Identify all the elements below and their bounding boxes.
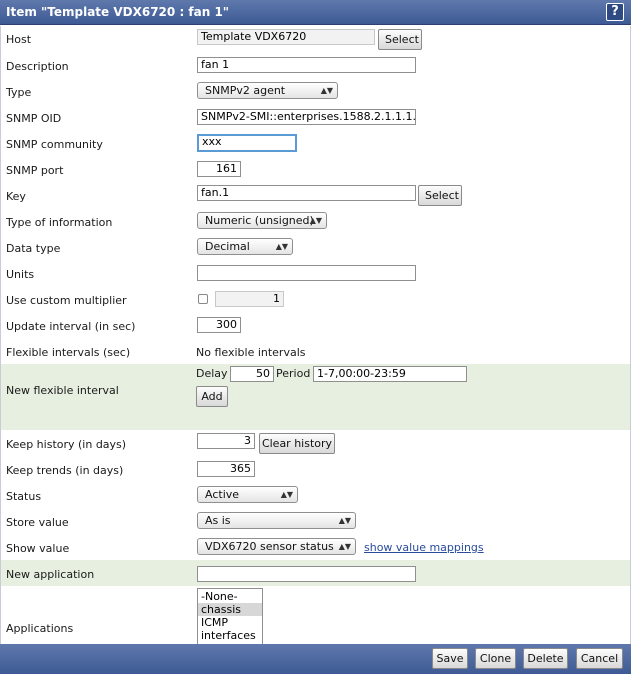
units-label: Units bbox=[6, 268, 35, 281]
update-interval-input[interactable]: 300 bbox=[197, 317, 241, 333]
status-label: Status bbox=[6, 490, 42, 503]
new-flexible-interval-label: New flexible interval bbox=[6, 384, 119, 397]
period-input[interactable]: 1-7,00:00-23:59 bbox=[313, 366, 467, 382]
description-label: Description bbox=[6, 60, 69, 73]
update-interval-label: Update interval (in sec) bbox=[6, 320, 136, 333]
row-key: Key fan.1 Select bbox=[1, 182, 630, 208]
updown-arrow-icon: ▲▼ bbox=[280, 490, 293, 499]
row-store-value: Store value As is ▲▼ bbox=[1, 508, 630, 534]
keep-history-label: Keep history (in days) bbox=[6, 438, 127, 451]
delete-button[interactable]: Delete bbox=[523, 648, 568, 669]
status-select-value: Active bbox=[205, 488, 240, 501]
snmp-oid-input[interactable]: SNMPv2-SMI::enterprises.1588.2.1.1.1.1.2 bbox=[197, 109, 416, 125]
type-of-information-select[interactable]: Numeric (unsigned) ▲▼ bbox=[197, 212, 327, 229]
host-field: Template VDX6720 bbox=[197, 29, 375, 45]
row-new-flexible-interval: New flexible interval Delay 50 Period 1-… bbox=[1, 364, 630, 430]
updown-arrow-icon: ▲▼ bbox=[309, 216, 322, 225]
row-applications: Applications -None- chassis ICMP interfa… bbox=[1, 586, 630, 667]
key-label: Key bbox=[6, 190, 26, 203]
store-value-label: Store value bbox=[6, 516, 69, 529]
store-value-select-value: As is bbox=[205, 514, 231, 527]
row-snmp-community: SNMP community xxx bbox=[1, 130, 630, 156]
row-custom-multiplier: Use custom multiplier 1 bbox=[1, 286, 630, 312]
custom-multiplier-label: Use custom multiplier bbox=[6, 294, 127, 307]
cancel-button[interactable]: Cancel bbox=[576, 648, 623, 669]
snmp-port-label: SNMP port bbox=[6, 164, 64, 177]
row-snmp-port: SNMP port 161 bbox=[1, 156, 630, 182]
delay-label: Delay bbox=[196, 367, 228, 380]
flexible-intervals-label: Flexible intervals (sec) bbox=[6, 346, 131, 359]
row-description: Description fan 1 bbox=[1, 52, 630, 78]
row-new-application: New application bbox=[1, 560, 630, 586]
type-select[interactable]: SNMPv2 agent ▲▼ bbox=[197, 82, 338, 99]
type-select-value: SNMPv2 agent bbox=[205, 84, 286, 97]
delay-input[interactable]: 50 bbox=[230, 366, 274, 382]
row-type-of-information: Type of information Numeric (unsigned) ▲… bbox=[1, 208, 630, 234]
row-type: Type SNMPv2 agent ▲▼ bbox=[1, 78, 630, 104]
applications-option[interactable]: -None- bbox=[198, 590, 262, 603]
show-value-select-value: VDX6720 sensor status bbox=[205, 540, 334, 553]
add-interval-button[interactable]: Add bbox=[196, 386, 228, 407]
status-select[interactable]: Active ▲▼ bbox=[197, 486, 298, 503]
row-status: Status Active ▲▼ bbox=[1, 482, 630, 508]
data-type-label: Data type bbox=[6, 242, 61, 255]
type-of-information-label: Type of information bbox=[6, 216, 113, 229]
type-of-information-value: Numeric (unsigned) bbox=[205, 214, 314, 227]
window-title: Item "Template VDX6720 : fan 1" bbox=[6, 5, 230, 19]
keep-trends-input[interactable]: 365 bbox=[197, 461, 255, 477]
key-select-button[interactable]: Select bbox=[418, 185, 462, 206]
updown-arrow-icon: ▲▼ bbox=[338, 516, 351, 525]
keep-history-input[interactable]: 3 bbox=[197, 433, 255, 449]
updown-arrow-icon: ▲▼ bbox=[338, 542, 351, 551]
clear-history-button[interactable]: Clear history bbox=[259, 433, 335, 454]
row-keep-history: Keep history (in days) 3 Clear history bbox=[1, 430, 630, 456]
show-value-mappings-link[interactable]: show value mappings bbox=[364, 541, 484, 554]
row-show-value: Show value VDX6720 sensor status ▲▼ show… bbox=[1, 534, 630, 560]
row-units: Units bbox=[1, 260, 630, 286]
store-value-select[interactable]: As is ▲▼ bbox=[197, 512, 356, 529]
form-footer: Save Clone Delete Cancel bbox=[0, 644, 631, 674]
updown-arrow-icon: ▲▼ bbox=[320, 86, 333, 95]
data-type-value: Decimal bbox=[205, 240, 250, 253]
snmp-community-label: SNMP community bbox=[6, 138, 103, 151]
new-application-input[interactable] bbox=[197, 566, 416, 582]
key-input[interactable]: fan.1 bbox=[197, 185, 416, 201]
window-title-bar: Item "Template VDX6720 : fan 1" ? bbox=[0, 0, 631, 25]
row-data-type: Data type Decimal ▲▼ bbox=[1, 234, 630, 260]
snmp-oid-label: SNMP OID bbox=[6, 112, 62, 125]
keep-trends-label: Keep trends (in days) bbox=[6, 464, 124, 477]
snmp-community-input[interactable]: xxx bbox=[197, 134, 297, 152]
host-label: Host bbox=[6, 33, 32, 46]
period-label: Period bbox=[276, 367, 311, 380]
type-label: Type bbox=[6, 86, 32, 99]
row-flexible-intervals: Flexible intervals (sec) No flexible int… bbox=[1, 338, 630, 364]
row-snmp-oid: SNMP OID SNMPv2-SMI::enterprises.1588.2.… bbox=[1, 104, 630, 130]
show-value-label: Show value bbox=[6, 542, 70, 555]
applications-option[interactable]: ICMP bbox=[198, 616, 262, 629]
row-keep-trends: Keep trends (in days) 365 bbox=[1, 456, 630, 482]
help-button[interactable]: ? bbox=[606, 3, 624, 21]
show-value-select[interactable]: VDX6720 sensor status ▲▼ bbox=[197, 538, 356, 555]
data-type-select[interactable]: Decimal ▲▼ bbox=[197, 238, 293, 255]
host-select-button[interactable]: Select bbox=[378, 29, 422, 50]
applications-option[interactable]: interfaces bbox=[198, 629, 262, 642]
updown-arrow-icon: ▲▼ bbox=[275, 242, 288, 251]
save-button[interactable]: Save bbox=[432, 648, 468, 669]
applications-label: Applications bbox=[6, 622, 74, 635]
item-form: Host Template VDX6720 Select Description… bbox=[0, 26, 631, 667]
description-input[interactable]: fan 1 bbox=[197, 57, 416, 73]
applications-option-selected[interactable]: chassis bbox=[198, 603, 262, 616]
snmp-port-input[interactable]: 161 bbox=[197, 161, 241, 177]
clone-button[interactable]: Clone bbox=[475, 648, 516, 669]
row-update-interval: Update interval (in sec) 300 bbox=[1, 312, 630, 338]
new-application-label: New application bbox=[6, 568, 95, 581]
custom-multiplier-checkbox[interactable] bbox=[198, 294, 208, 304]
row-host: Host Template VDX6720 Select bbox=[1, 26, 630, 52]
units-input[interactable] bbox=[197, 265, 416, 281]
flexible-intervals-value: No flexible intervals bbox=[196, 346, 306, 359]
custom-multiplier-input: 1 bbox=[215, 291, 284, 307]
